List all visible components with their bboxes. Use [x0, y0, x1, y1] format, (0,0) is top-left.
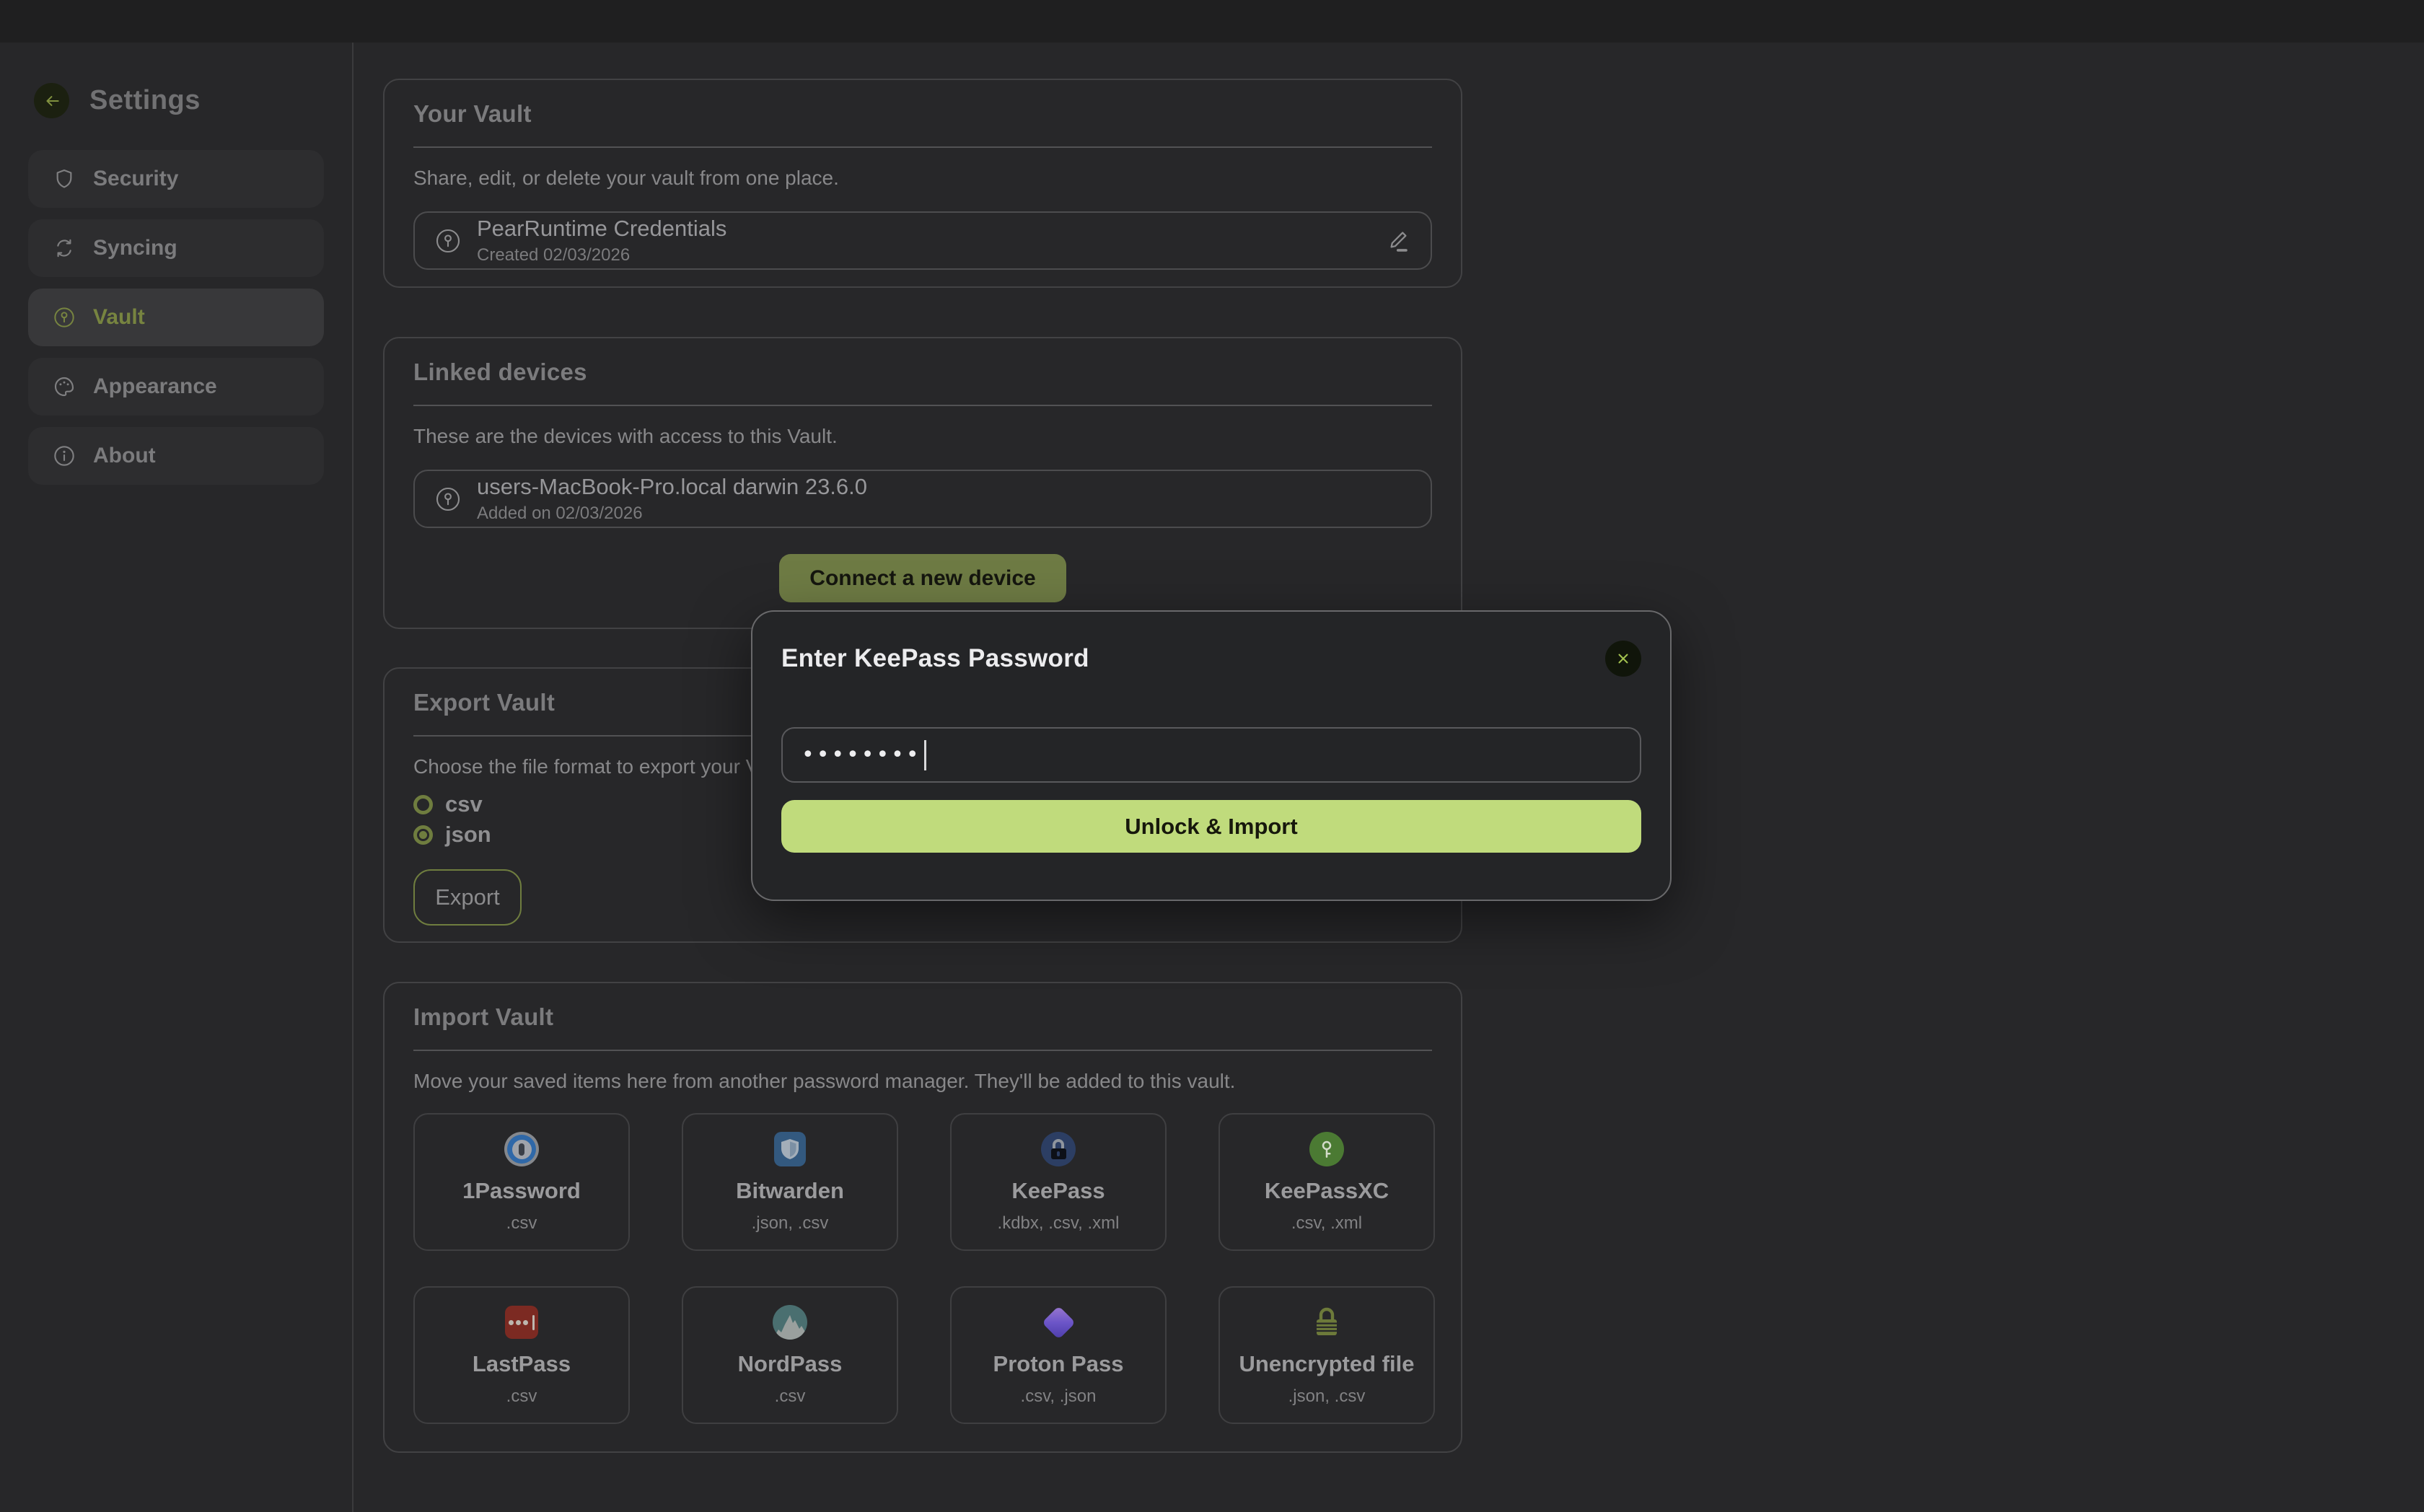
unlock-import-button[interactable]: Unlock & Import: [781, 800, 1641, 853]
password-input[interactable]: ••••••••: [781, 727, 1641, 783]
modal-header: Enter KeePass Password: [781, 641, 1641, 677]
text-cursor: [924, 740, 926, 770]
modal-title: Enter KeePass Password: [781, 644, 1089, 673]
close-button[interactable]: [1605, 641, 1641, 677]
password-masked-value: ••••••••: [802, 744, 921, 766]
keepass-password-modal: Enter KeePass Password •••••••• Unlock &…: [751, 610, 1672, 901]
close-icon: [1615, 650, 1632, 667]
